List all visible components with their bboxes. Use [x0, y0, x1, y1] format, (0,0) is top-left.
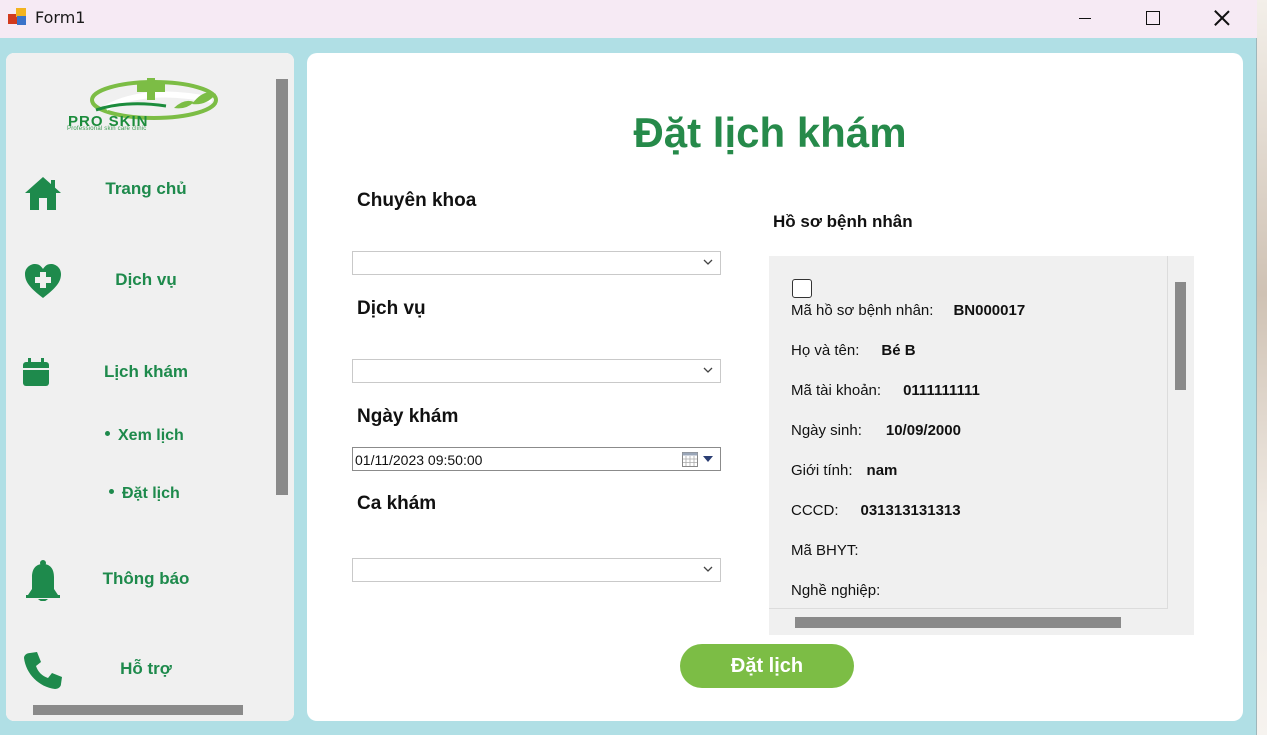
profile-key: Ngày sinh: [791, 422, 862, 439]
page-title: Đặt lịch khám [633, 109, 907, 156]
title-bar: Form1 [0, 0, 1257, 38]
date-value: 01/11/2023 09:50:00 [355, 452, 483, 468]
sidebar-item-notifications[interactable]: Thông báo [6, 553, 270, 603]
profile-select-checkbox[interactable] [792, 279, 812, 298]
sidebar-content: PRO SKIN Professional skin care clinic T… [6, 53, 270, 698]
profile-key: Họ và tên: [791, 342, 860, 359]
scrollbar-thumb[interactable] [1175, 282, 1186, 390]
phone-icon [24, 652, 62, 689]
scrollbar-thumb[interactable] [33, 705, 243, 715]
profile-key: Mã hồ sơ bệnh nhân: [791, 302, 934, 319]
bullet-icon [109, 489, 114, 495]
sidebar-subitem-label: Xem lịch [118, 427, 184, 444]
calendar-icon [23, 358, 49, 386]
profile-key: Nghề nghiệp: [791, 582, 881, 599]
sidebar-item-support[interactable]: Hỗ trợ [6, 643, 270, 693]
sidebar: PRO SKIN Professional skin care clinic T… [6, 53, 294, 721]
profile-row: Mã hồ sơ bệnh nhân: BN000017 [791, 302, 1025, 319]
sidebar-item-label: Lịch khám [103, 362, 189, 381]
sidebar-item-label: Hỗ trợ [120, 659, 172, 678]
maximize-button[interactable] [1118, 0, 1188, 36]
sidebar-item-services[interactable]: Dịch vụ [6, 254, 270, 304]
profile-vertical-scrollbar[interactable] [1168, 256, 1194, 609]
shift-label: Ca khám [357, 493, 437, 514]
profile-row: Mã BHYT: [791, 542, 879, 559]
bullet-icon [105, 431, 110, 437]
service-label: Dịch vụ [357, 298, 426, 319]
profile-title: Hồ sơ bệnh nhân [773, 212, 913, 231]
scrollbar-thumb[interactable] [795, 617, 1121, 628]
profile-value: 031313131313 [860, 502, 961, 519]
date-label: Ngày khám [357, 406, 459, 427]
close-icon [1214, 10, 1230, 26]
minimize-button[interactable] [1050, 0, 1120, 36]
sidebar-subitem-label: Đặt lịch [122, 485, 180, 502]
profile-row: Nghề nghiệp: [791, 582, 900, 599]
profile-key: Mã BHYT: [791, 542, 859, 559]
profile-row: Mã tài khoản: 0111111111 [791, 382, 980, 399]
profile-key: Mã tài khoản: [791, 382, 882, 399]
main-panel: Đặt lịch khám Chuyên khoa Dịch vụ Ngày k… [307, 53, 1243, 721]
sidebar-item-label: Trang chủ [105, 179, 187, 198]
profile-row: CCCD: 031313131313 [791, 502, 961, 519]
chevron-down-icon [703, 367, 713, 373]
sidebar-vertical-scrollbar[interactable] [270, 53, 294, 698]
profile-value: nam [866, 462, 898, 479]
patient-profile-panel: Mã hồ sơ bệnh nhân: BN000017 Họ và tên: Bé… [769, 256, 1194, 635]
service-select[interactable] [352, 359, 721, 383]
heart-plus-icon [25, 264, 61, 298]
home-icon [25, 177, 61, 210]
sidebar-item-label: Thông báo [102, 569, 190, 588]
sidebar-item-schedule[interactable]: Lịch khám [6, 346, 270, 396]
sidebar-horizontal-scrollbar[interactable] [6, 698, 294, 721]
desktop-background [1257, 0, 1267, 735]
sidebar-subitem-book[interactable]: Đặt lịch [109, 485, 180, 503]
profile-key: CCCD: [791, 502, 839, 519]
profile-value: BN000017 [953, 302, 1026, 319]
dropdown-arrow-icon[interactable] [703, 456, 713, 462]
profile-row: Họ và tên: Bé B [791, 342, 916, 359]
specialty-label: Chuyên khoa [357, 190, 477, 211]
bell-icon [26, 560, 60, 601]
sidebar-item-home[interactable]: Trang chủ [6, 166, 270, 216]
close-button[interactable] [1187, 0, 1257, 36]
window-title: Form1 [35, 8, 86, 27]
profile-row: Giới tính: nam [791, 462, 897, 479]
scrollbar-thumb[interactable] [276, 79, 288, 495]
sidebar-item-label: Dịch vụ [115, 270, 177, 289]
profile-content: Mã hồ sơ bệnh nhân: BN000017 Họ và tên: Bé… [769, 256, 1168, 609]
app-window: Form1 PRO SKIN Professional skin care cl… [0, 0, 1257, 735]
profile-key: Giới tính: [791, 462, 853, 479]
chevron-down-icon [703, 566, 713, 572]
date-picker[interactable]: 01/11/2023 09:50:00 [352, 447, 721, 471]
app-icon [8, 8, 28, 26]
minimize-icon [1079, 17, 1091, 19]
specialty-select[interactable] [352, 251, 721, 275]
profile-value: Bé B [881, 342, 916, 359]
profile-value: 0111111111 [903, 382, 980, 399]
profile-row: Ngày sinh: 10/09/2000 [791, 422, 961, 439]
chevron-down-icon [703, 259, 713, 265]
book-appointment-button[interactable]: Đặt lịch [680, 644, 854, 688]
sidebar-subitem-view-schedule[interactable]: Xem lịch [105, 427, 184, 445]
profile-horizontal-scrollbar[interactable] [769, 609, 1194, 635]
profile-value: 10/09/2000 [885, 422, 961, 439]
calendar-picker-icon[interactable] [682, 452, 698, 467]
logo-subtitle: Professional skin care clinic [67, 126, 147, 132]
maximize-icon [1146, 11, 1160, 25]
shift-select[interactable] [352, 558, 721, 582]
